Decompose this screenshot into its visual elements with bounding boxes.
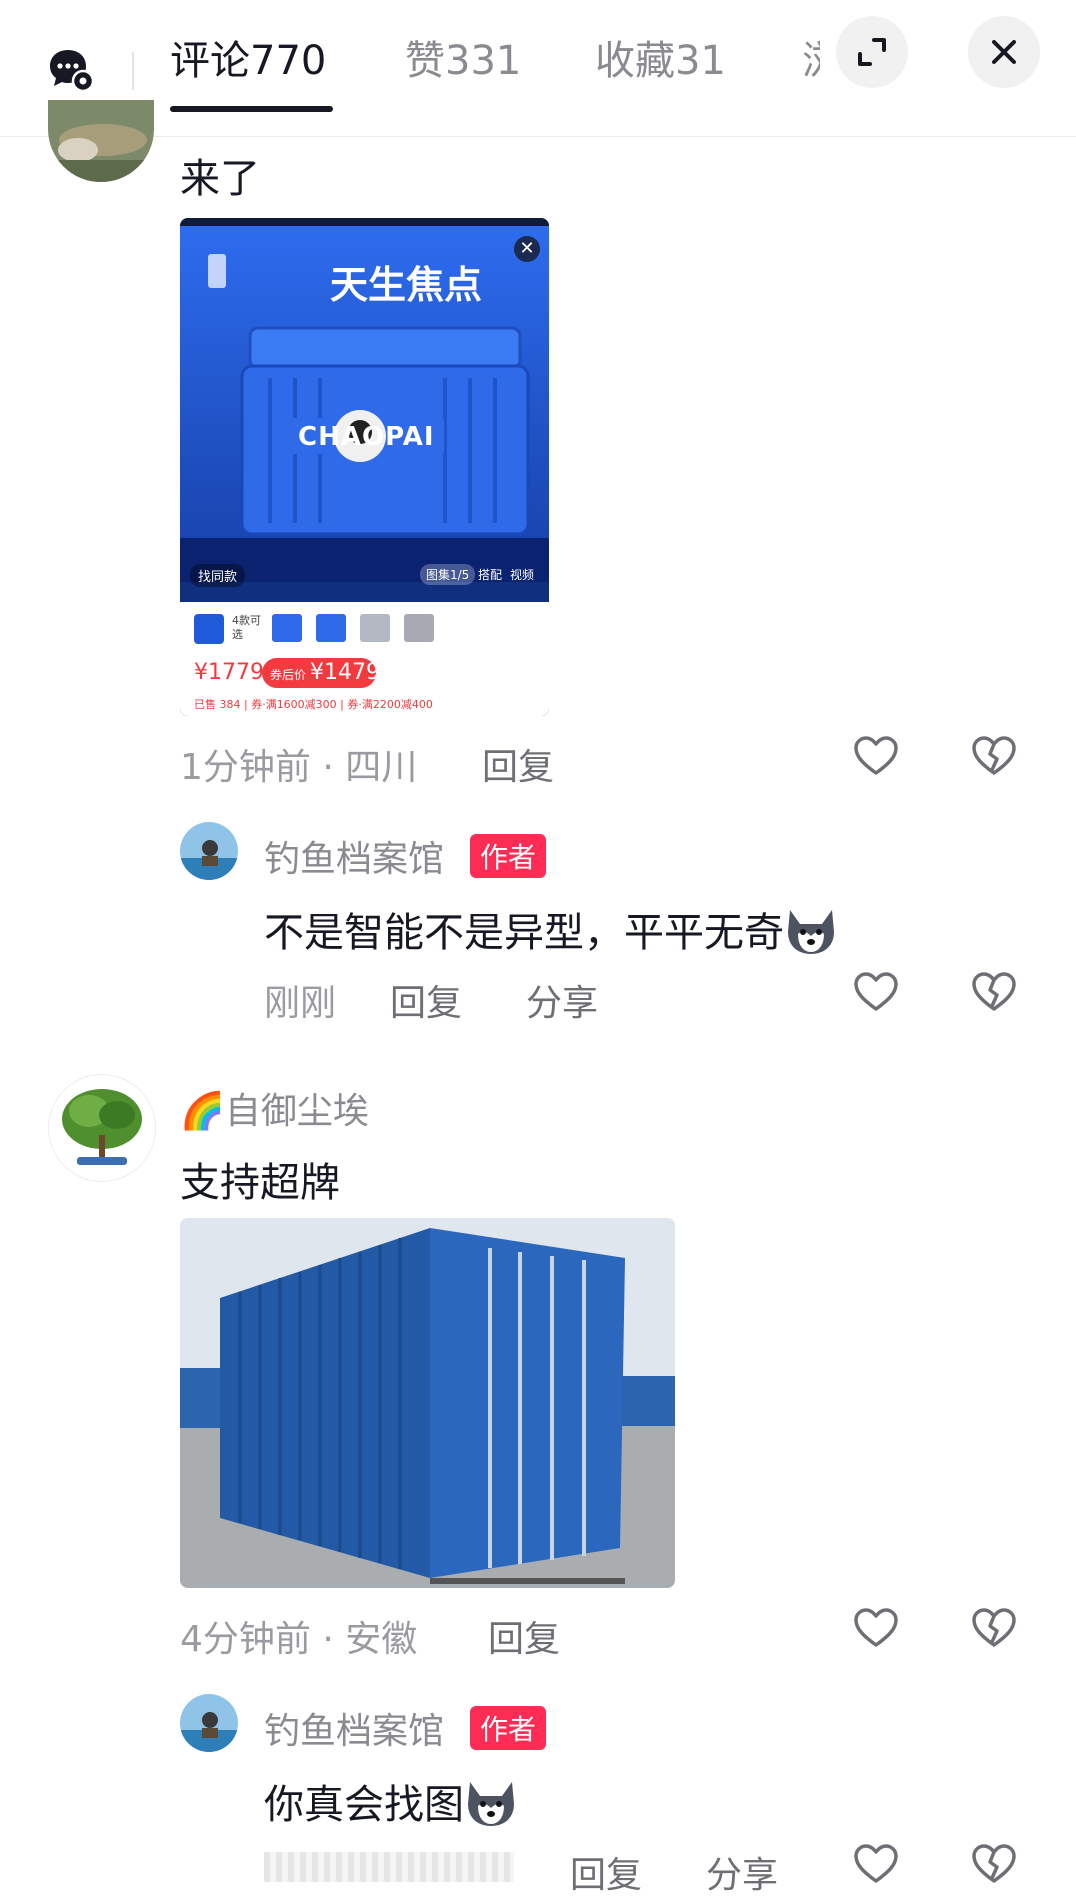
- product-close-icon[interactable]: ✕: [514, 236, 540, 262]
- tab-favorites[interactable]: 收藏31: [595, 28, 726, 86]
- heart-icon[interactable]: [852, 732, 900, 780]
- comment-panel-header: 评论770 赞331 收藏31 浏: [0, 0, 1076, 137]
- blurred-time: [264, 1852, 514, 1882]
- comment-meta: 4分钟前 · 安徽: [180, 1619, 418, 1660]
- shipping-container-image[interactable]: [180, 1218, 675, 1588]
- broken-heart-icon[interactable]: [970, 1840, 1018, 1888]
- commenter-username[interactable]: 🌈自御尘埃: [180, 1082, 369, 1134]
- heart-icon[interactable]: [852, 1840, 900, 1888]
- reply-text: 不是智能不是异型，平平无奇: [264, 900, 838, 958]
- reply-button[interactable]: 回复: [390, 974, 462, 1026]
- product-card-image[interactable]: 天生焦点 CHAOPAI ✕ 找同款 图集1/5 搭配 视频 4款可选 ¥177…: [180, 218, 549, 716]
- product-brand: CHAOPAI: [298, 422, 435, 452]
- broken-heart-icon[interactable]: [970, 1604, 1018, 1652]
- author-username[interactable]: 钓鱼档案馆: [264, 830, 444, 882]
- comment-meta: 1分钟前 · 四川: [180, 747, 418, 788]
- tab-comments[interactable]: 评论770: [170, 28, 326, 86]
- expand-icon: [858, 38, 886, 66]
- author-avatar[interactable]: [180, 1694, 238, 1752]
- video-label[interactable]: 视频: [510, 566, 534, 583]
- close-icon: [992, 40, 1016, 64]
- reply-button[interactable]: 回复: [570, 1846, 642, 1898]
- coupon-price: ¥1479: [310, 660, 380, 685]
- product-headline: 天生焦点: [330, 263, 483, 307]
- author-badge: 作者: [470, 834, 547, 878]
- author-username[interactable]: 钓鱼档案馆: [264, 1702, 444, 1754]
- share-button[interactable]: 分享: [526, 974, 598, 1026]
- heart-icon[interactable]: [852, 968, 900, 1016]
- header-divider: [132, 52, 134, 90]
- comment-text: 来了: [180, 156, 260, 202]
- tab-views-partial[interactable]: 浏: [802, 28, 820, 86]
- commenter-avatar[interactable]: [48, 100, 154, 182]
- close-button[interactable]: [968, 16, 1040, 88]
- heart-icon[interactable]: [852, 1604, 900, 1652]
- options-count: 4款可选: [232, 614, 261, 641]
- coupon-label: 券后价: [270, 668, 307, 682]
- commenter-avatar[interactable]: [48, 1074, 156, 1182]
- sold-info: 已售 384 | 券·满1600减300 | 券·满2200减400: [194, 698, 433, 711]
- broken-heart-icon[interactable]: [970, 968, 1018, 1016]
- gallery-label[interactable]: 图集1/5: [420, 564, 476, 585]
- reply-button[interactable]: 回复: [488, 1610, 560, 1662]
- comment-text: 支持超牌: [180, 1160, 340, 1206]
- tab-likes[interactable]: 赞331: [405, 28, 521, 86]
- reply-text: 你真会找图: [264, 1772, 518, 1830]
- active-tab-indicator: [170, 106, 333, 112]
- reply-button[interactable]: 回复: [482, 738, 554, 790]
- dog-emoji-icon: [788, 910, 834, 954]
- product-price: ¥1779: [194, 660, 264, 685]
- reply-time: 刚刚: [264, 983, 337, 1024]
- match-label[interactable]: 搭配: [478, 566, 502, 583]
- share-button[interactable]: 分享: [706, 1846, 778, 1898]
- expand-button[interactable]: [836, 16, 908, 88]
- author-avatar[interactable]: [180, 822, 238, 880]
- dog-emoji-icon: [468, 1782, 514, 1826]
- broken-heart-icon[interactable]: [970, 732, 1018, 780]
- author-badge: 作者: [470, 1706, 547, 1750]
- message-settings-icon[interactable]: [48, 46, 94, 92]
- find-same-label[interactable]: 找同款: [190, 564, 246, 587]
